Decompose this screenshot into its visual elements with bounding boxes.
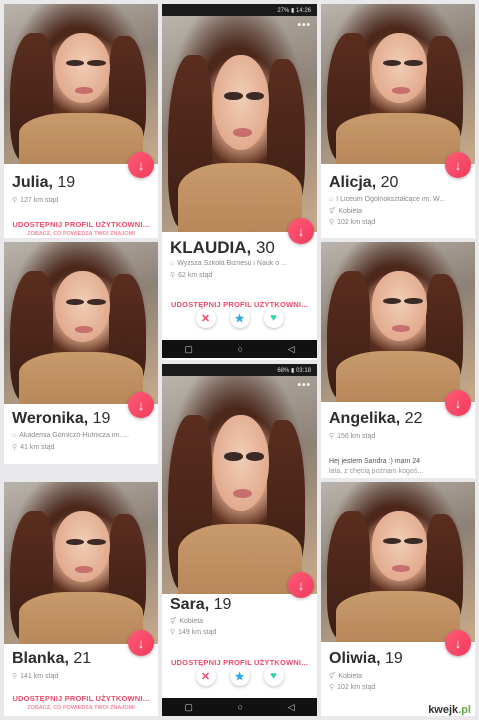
phone-screen-sara: 68% ▮ 03:18 ••• ↓ Sara, 19 ⚥ Kobieta ⚲ 149… [162,364,317,716]
profile-card-blanka[interactable]: ↓ Blanka, 21 ⚲ 141 km stąd UDOSTĘPNIJ PRO… [4,482,158,716]
home-icon[interactable]: ○ [238,702,243,712]
school-text: ⌂ Wyższa Szkoła Biznesu i Nauk o ... [170,260,287,267]
recent-apps-icon[interactable]: ▢ [184,702,193,713]
distance-text: ⚲ 141 km stąd [12,673,59,680]
status-bar: 68% ▮ 03:18 [162,364,317,376]
phone-screen-klaudia: 27% ▮ 14:26 ••• ↓ KLAUDIA, 30 ⌂ Wyższa Sz… [162,4,317,360]
action-bar: ✕ ★ ♥ [162,308,317,328]
distance-text: ⚲ 156 km stąd [329,433,376,440]
profile-name: Julia, 19 [12,174,76,191]
distance-text: ⚲ 149 km stąd [170,629,217,636]
distance-text: ⚲ 127 km stąd [12,197,59,204]
back-icon[interactable]: ◁ [288,702,295,713]
gender-icon: ⚥ [329,673,336,680]
gender-text: ⚥ Kobieta [329,673,363,680]
profile-photo [321,242,475,402]
nav-bar: ▢ ○ ◁ [162,340,317,358]
profile-photo [4,242,158,404]
school-icon: ⌂ [12,432,17,439]
share-subtext: ZOBACZ, CO POWIEDZĄ TWOI ZNAJOMI [27,231,135,237]
back-icon[interactable]: ◁ [288,344,295,355]
profile-name: Alicja, 20 [329,174,399,191]
school-icon: ⌂ [329,196,334,203]
more-options-icon[interactable]: ••• [297,20,311,31]
profile-name: Angelika, 22 [329,410,423,427]
like-down-icon[interactable]: ↓ [128,630,154,656]
like-down-icon[interactable]: ↓ [288,572,314,598]
like-down-icon[interactable]: ↓ [128,392,154,418]
distance-text: ⚲ 102 km stąd [329,219,376,226]
super-like-button[interactable]: ★ [229,666,250,686]
profile-photo [162,16,317,232]
like-button[interactable]: ♥ [263,308,284,328]
share-profile-link[interactable]: UDOSTĘPNIJ PROFIL UŻYTKOWNI... [4,220,158,229]
like-down-icon[interactable]: ↓ [445,390,471,416]
like-down-icon[interactable]: ↓ [288,218,314,244]
profile-photo [162,376,317,594]
pin-icon: ⚲ [12,197,18,204]
distance-text: ⚲ 41 km stąd [12,444,55,451]
pin-icon: ⚲ [329,433,335,440]
like-down-icon[interactable]: ↓ [445,152,471,178]
pin-icon: ⚲ [170,272,176,279]
home-icon[interactable]: ○ [238,344,243,354]
profile-name: Sara, 19 [170,596,232,613]
nav-bar: ▢ ○ ◁ [162,698,317,716]
nope-button[interactable]: ✕ [195,308,216,328]
gender-icon: ⚥ [170,618,177,625]
profile-name: Blanka, 21 [12,650,92,667]
profile-name: KLAUDIA, 30 [170,238,275,257]
super-like-button[interactable]: ★ [229,308,250,328]
share-subtext: ZOBACZ, CO POWIEDZĄ TWOI ZNAJOMI [27,705,135,711]
status-bar: 27% ▮ 14:26 [162,4,317,16]
bio-line-2: lata, z chęcią poznam kogoś... [329,468,424,475]
like-down-icon[interactable]: ↓ [128,152,154,178]
profile-card-julia[interactable]: ↓ Julia, 19 ⚲ 127 km stąd UDOSTĘPNIJ PROF… [4,4,158,238]
profile-card-weronika[interactable]: ↓ Weronika, 19 ⌂ Akademia Górniczo-Hutnic… [4,242,158,464]
recent-apps-icon[interactable]: ▢ [184,344,193,355]
pin-icon: ⚲ [329,219,335,226]
school-icon: ⌂ [170,260,175,267]
profile-photo [321,4,475,164]
gender-text: ⚥ Kobieta [329,208,363,215]
bio-line-1: Hej jestem Sandra :) mam 24 [329,458,421,465]
pin-icon: ⚲ [12,673,18,680]
share-profile-link[interactable]: UDOSTĘPNIJ PROFIL UŻYTKOWNI... [4,694,158,703]
action-bar: ✕ ★ ♥ [162,666,317,686]
pin-icon: ⚲ [329,684,335,691]
profile-card-alicja[interactable]: ↓ Alicja, 20 ⌂ I Liceum Ogólnokształcące … [321,4,475,238]
pin-icon: ⚲ [12,444,18,451]
school-text: ⌂ I Liceum Ogólnokształcące im. W... [329,196,446,203]
more-options-icon[interactable]: ••• [297,380,311,391]
gender-text: ⚥ Kobieta [170,618,204,625]
distance-text: ⚲ 62 km stąd [170,272,213,279]
like-down-icon[interactable]: ↓ [445,630,471,656]
like-button[interactable]: ♥ [263,666,284,686]
pin-icon: ⚲ [170,629,176,636]
profile-photo [4,482,158,644]
gender-icon: ⚥ [329,208,336,215]
profile-name: Weronika, 19 [12,410,111,427]
watermark-logo: kwejk.pl [428,704,471,716]
distance-text: ⚲ 102 km stąd [329,684,376,691]
profile-name: Oliwia, 19 [329,650,403,667]
nope-button[interactable]: ✕ [195,666,216,686]
profile-card-oliwia[interactable]: ↓ Oliwia, 19 ⚥ Kobieta ⚲ 102 km stąd [321,482,475,716]
profile-photo [321,482,475,642]
school-text: ⌂ Akademia Górniczo-Hutnicza im. ... [12,432,129,439]
profile-photo [4,4,158,164]
profile-card-angelika[interactable]: ↓ Angelika, 22 ⚲ 156 km stąd Hej jestem S… [321,242,475,478]
